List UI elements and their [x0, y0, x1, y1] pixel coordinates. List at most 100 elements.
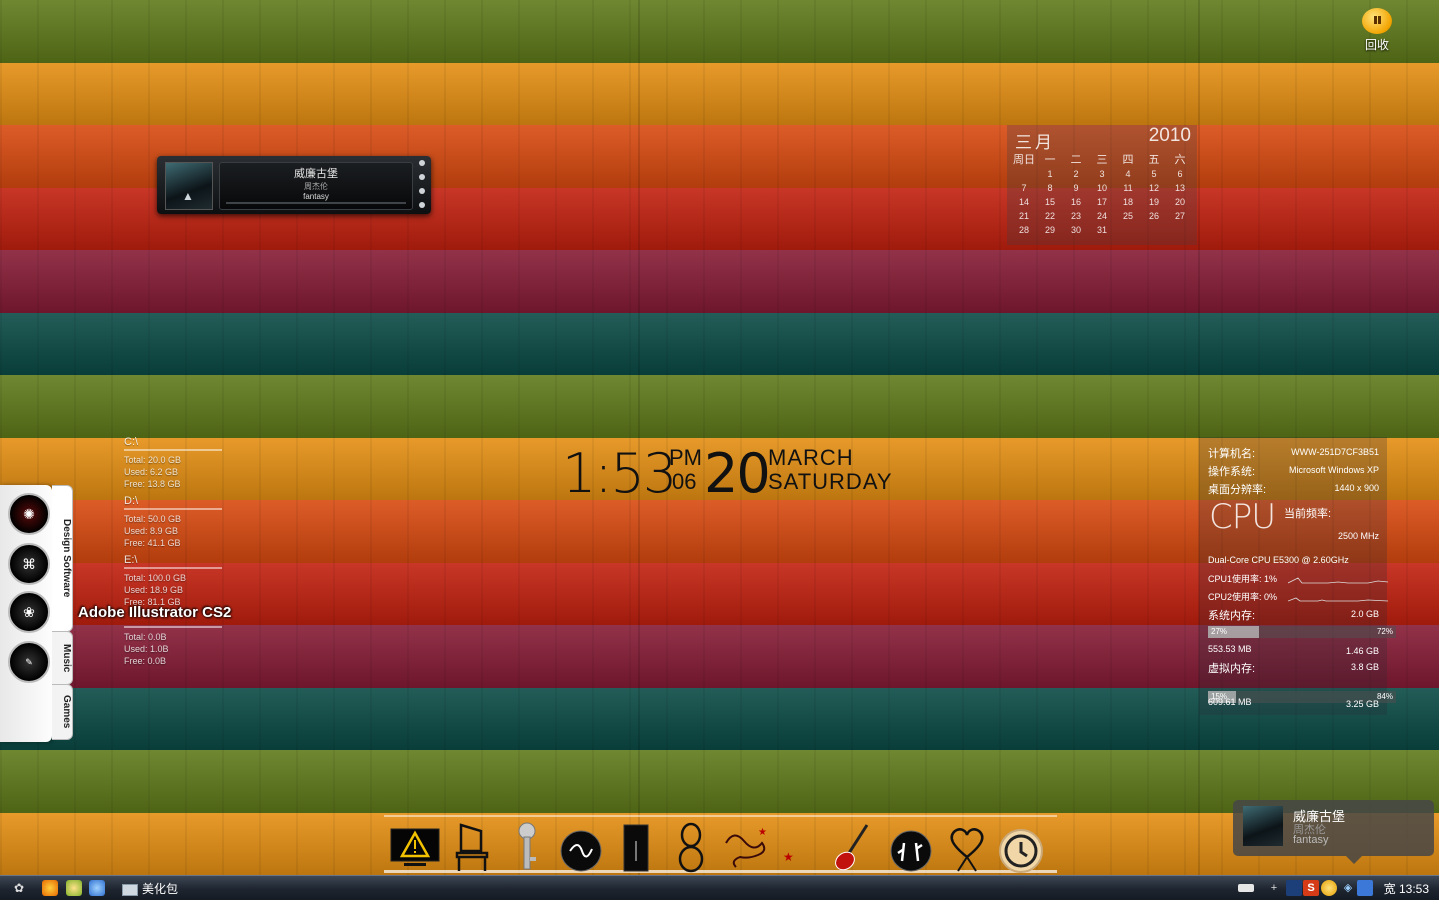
drive-divider [124, 508, 222, 510]
freq-value: 2500 MHz [1337, 531, 1379, 541]
drive-free: Free: 0.0B [124, 656, 167, 666]
calendar-day[interactable]: 6 [1167, 167, 1193, 181]
wallpaper-stripe [0, 250, 1439, 313]
taskbar-clock[interactable]: 宽 13:53 [1384, 880, 1429, 897]
play-button[interactable] [419, 160, 425, 166]
calendar-day[interactable]: 30 [1063, 223, 1089, 237]
stop-button[interactable] [419, 202, 425, 208]
bottom-dock: ★ ★ [384, 815, 1057, 875]
calendar-day[interactable]: 10 [1089, 181, 1115, 195]
next-button[interactable] [419, 188, 425, 194]
calendar-day[interactable] [1115, 223, 1141, 237]
calendar-weekday: 三 [1096, 154, 1108, 166]
calendar-day[interactable]: 11 [1115, 181, 1141, 195]
calendar-day[interactable]: 9 [1063, 181, 1089, 195]
calendar-day[interactable] [1167, 223, 1193, 237]
app-icon[interactable]: ❀ [8, 591, 50, 633]
drive-divider [124, 449, 222, 451]
calendar-day[interactable]: 3 [1089, 167, 1115, 181]
prev-button[interactable] [419, 174, 425, 180]
browser-quicklaunch-icon[interactable] [42, 880, 58, 896]
music-player-widget[interactable]: 威廉古堡 周杰伦 fantasy [157, 156, 431, 214]
calendar-day[interactable]: 21 [1011, 209, 1037, 223]
calendar-day[interactable]: 16 [1063, 195, 1089, 209]
calendar-day[interactable]: 13 [1167, 181, 1193, 195]
stars-icon[interactable]: ★ [777, 821, 827, 873]
clock-restore-icon[interactable] [996, 821, 1046, 873]
calendar-day[interactable]: 14 [1011, 195, 1037, 209]
drive-block: C:\ Total: 20.0 GB Used: 6.2 GB Free: 13.8 … [124, 436, 224, 490]
photoshop-icon[interactable]: ✺ [8, 493, 50, 535]
clock-seconds: 06 [672, 469, 697, 494]
taskbar-item[interactable]: 美化包 [122, 880, 178, 896]
key-icon[interactable] [502, 821, 552, 873]
desktop[interactable]: 回收 威廉古堡 周杰伦 fantasy 三月 2010 周日一二三四五六 123… [0, 0, 1439, 899]
display-tray-icon[interactable] [1357, 880, 1373, 896]
drive-used: Used: 6.2 GB [124, 467, 179, 477]
calendar-day[interactable]: 2 [1063, 167, 1089, 181]
folder-icon [122, 883, 138, 896]
calendar-day[interactable]: 19 [1141, 195, 1167, 209]
calendar-day[interactable]: 1 [1037, 167, 1063, 181]
ie-quicklaunch-icon[interactable] [89, 880, 105, 896]
signature-icon[interactable] [556, 821, 606, 873]
qq-tray-icon[interactable] [1321, 880, 1337, 896]
cpu2-label: CPU2使用率: [1208, 592, 1262, 602]
guitar-icon[interactable] [827, 821, 877, 873]
calendar-weekday: 周日 [1013, 154, 1035, 166]
drive-used: Used: 1.0B [124, 644, 169, 654]
calendar-day[interactable]: 15 [1037, 195, 1063, 209]
network-tray-icon[interactable] [1286, 880, 1302, 896]
tab-music[interactable]: Music [52, 631, 73, 685]
calendar-day[interactable]: 27 [1167, 209, 1193, 223]
keyboard-tray-icon[interactable] [1238, 884, 1254, 892]
calendar-day[interactable]: 25 [1115, 209, 1141, 223]
tab-games[interactable]: Games [52, 684, 73, 740]
calendar-day[interactable]: 5 [1141, 167, 1167, 181]
calendar-day[interactable]: 22 [1037, 209, 1063, 223]
calendar-day[interactable]: 7 [1011, 181, 1037, 195]
calendar-day[interactable]: 28 [1011, 223, 1037, 237]
add-tray-icon[interactable]: + [1266, 880, 1282, 896]
calendar-day[interactable]: 8 [1037, 181, 1063, 195]
progress-bar[interactable] [226, 202, 406, 204]
dock-shelf-top [384, 815, 1057, 817]
calendar-day[interactable]: 23 [1063, 209, 1089, 223]
calendar-day[interactable]: 20 [1167, 195, 1193, 209]
dancers-icon[interactable] [886, 821, 936, 873]
calendar-day[interactable]: 18 [1115, 195, 1141, 209]
ornament-icon[interactable]: ★ [722, 821, 772, 873]
calendar-day[interactable]: 26 [1141, 209, 1167, 223]
figure-icon[interactable] [666, 821, 716, 873]
calendar-day[interactable]: 29 [1037, 223, 1063, 237]
taskbar: ✿ 美化包 + S ◈ 宽 13:53 [0, 875, 1439, 900]
song-album: fantasy [303, 192, 329, 201]
calendar-grid: 周日一二三四五六 1 2 3 4 5 6 7 8 9 10 11 12 13 14 15 16 17 18 19 20… [1011, 151, 1193, 237]
calendar-day[interactable]: 4 [1115, 167, 1141, 181]
start-button[interactable]: ✿ [14, 881, 28, 895]
tab-design-software[interactable]: Design Software [52, 485, 73, 632]
calendar-day[interactable] [1141, 223, 1167, 237]
chair-icon[interactable] [447, 821, 497, 873]
calendar-day[interactable] [1011, 167, 1037, 181]
qq-quicklaunch-icon[interactable] [66, 880, 82, 896]
now-playing-notification[interactable]: 威廉古堡 周杰伦 fantasy [1233, 800, 1434, 864]
clock-month: MARCH [768, 445, 854, 470]
calendar-day[interactable]: 31 [1089, 223, 1115, 237]
system-monitor-widget: 计算机名: WWW-251D7CF3B51 操作系统: Microsoft Wind… [1199, 437, 1396, 715]
warning-monitor-icon[interactable] [390, 821, 440, 873]
volume-tray-icon[interactable]: ◈ [1340, 880, 1356, 896]
app-icon-4[interactable]: ✎ [8, 641, 50, 683]
memory-bar: 27% 72% [1208, 626, 1396, 638]
heart-icon[interactable] [942, 821, 992, 873]
calendar-weekday: 四 [1122, 154, 1134, 166]
calendar-day[interactable]: 17 [1089, 195, 1115, 209]
recycle-bin[interactable]: 回收 [1356, 8, 1398, 53]
calendar-day[interactable]: 12 [1141, 181, 1167, 195]
phone-icon[interactable] [612, 821, 662, 873]
sogou-tray-icon[interactable]: S [1303, 880, 1319, 896]
calendar-weekday: 一 [1044, 154, 1056, 166]
calendar-day[interactable]: 24 [1089, 209, 1115, 223]
illustrator-icon[interactable]: ⌘ [8, 543, 50, 585]
ime-indicator: 宽 [1383, 882, 1396, 896]
